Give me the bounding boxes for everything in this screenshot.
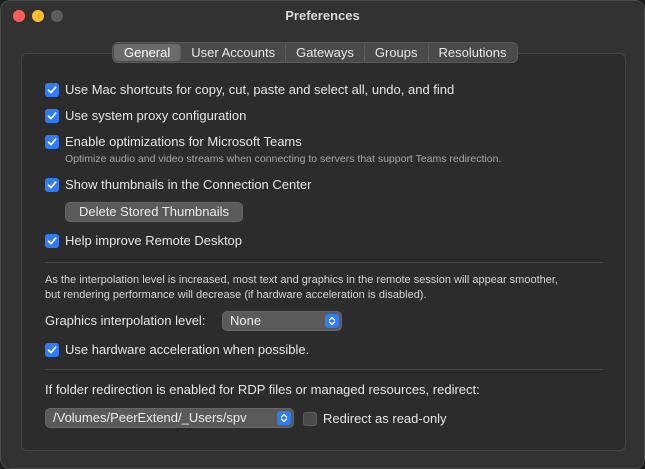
teams-optimization-option[interactable]: Enable optimizations for Microsoft Teams: [45, 134, 302, 149]
preferences-tabs: General User Accounts Gateways Groups Re…: [112, 42, 519, 63]
read-only-checkbox[interactable]: [303, 411, 317, 426]
tab-groups[interactable]: Groups: [365, 44, 429, 61]
section-divider: [45, 262, 603, 263]
help-improve-option[interactable]: Help improve Remote Desktop: [45, 233, 242, 248]
thumbnails-option[interactable]: Show thumbnails in the Connection Center: [45, 177, 311, 192]
redirect-path-value: /Volumes/PeerExtend/_Users/spv: [53, 410, 247, 425]
hardware-acceleration-checkbox[interactable]: [45, 342, 59, 357]
interpolation-description-line2: but rendering performance will decrease …: [45, 289, 427, 301]
checkmark-icon: [47, 180, 57, 188]
section-divider: [45, 369, 603, 370]
delete-thumbnails-button[interactable]: Delete Stored Thumbnails: [65, 202, 243, 222]
read-only-label: Redirect as read-only: [323, 411, 447, 426]
checkmark-icon: [47, 85, 57, 93]
redirection-description: If folder redirection is enabled for RDP…: [45, 382, 480, 397]
checkmark-icon: [47, 345, 57, 353]
tab-general[interactable]: General: [114, 44, 182, 61]
read-only-option[interactable]: Redirect as read-only: [303, 411, 447, 426]
interpolation-level-select[interactable]: None: [222, 311, 342, 331]
thumbnails-checkbox[interactable]: [45, 177, 59, 192]
redirection-description-row: If folder redirection is enabled for RDP…: [45, 382, 480, 397]
system-proxy-label: Use system proxy configuration: [65, 108, 247, 123]
interpolation-label: Graphics interpolation level:: [45, 313, 206, 328]
hardware-acceleration-option[interactable]: Use hardware acceleration when possible.: [45, 342, 309, 357]
mac-shortcuts-label: Use Mac shortcuts for copy, cut, paste a…: [65, 82, 455, 97]
interpolation-level-value: None: [230, 313, 262, 328]
help-improve-label: Help improve Remote Desktop: [65, 233, 243, 248]
system-proxy-option[interactable]: Use system proxy configuration: [45, 108, 246, 123]
window-title: Preferences: [285, 8, 360, 23]
interpolation-description-line1: As the interpolation level is increased,…: [45, 274, 558, 286]
checkmark-icon: [47, 236, 57, 244]
teams-optimization-checkbox[interactable]: [45, 134, 59, 149]
mac-shortcuts-checkbox[interactable]: [45, 82, 59, 97]
title-bar: Preferences: [1, 1, 644, 31]
thumbnails-label: Show thumbnails in the Connection Center: [65, 177, 312, 192]
teams-optimization-description: Optimize audio and video streams when co…: [65, 153, 502, 165]
checkmark-icon: [47, 111, 57, 119]
tab-user-accounts[interactable]: User Accounts: [181, 44, 287, 61]
system-proxy-checkbox[interactable]: [45, 108, 59, 123]
interpolation-row: Graphics interpolation level:: [45, 313, 205, 328]
updown-arrows-icon: [277, 411, 291, 425]
hardware-acceleration-label: Use hardware acceleration when possible.: [65, 342, 310, 357]
mac-shortcuts-option[interactable]: Use Mac shortcuts for copy, cut, paste a…: [45, 82, 454, 97]
help-improve-checkbox[interactable]: [45, 233, 59, 248]
updown-arrows-icon: [325, 314, 339, 328]
tab-resolutions[interactable]: Resolutions: [429, 44, 517, 61]
checkmark-icon: [47, 137, 57, 145]
preferences-window: Preferences General User Accounts Gatewa…: [0, 0, 645, 469]
tab-gateways[interactable]: Gateways: [286, 44, 365, 61]
teams-optimization-label: Enable optimizations for Microsoft Teams: [65, 134, 302, 149]
redirect-path-select[interactable]: /Volumes/PeerExtend/_Users/spv: [45, 408, 294, 428]
